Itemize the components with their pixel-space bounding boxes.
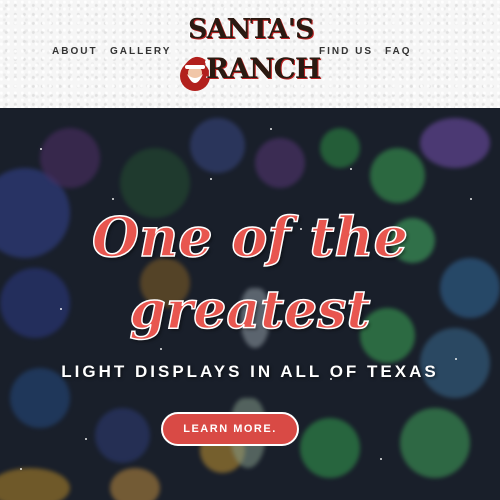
logo-line-1: SANTA'S [188,14,314,45]
hero-headline-line-1: One of the [91,204,409,270]
nav-gallery[interactable]: GALLERY [110,46,171,57]
hero-subheadline: LIGHT DISPLAYS IN ALL OF TEXAS [61,362,439,381]
nav-about[interactable]: ABOUT [52,46,98,57]
site-logo[interactable]: SANTA'S RANCH [178,12,321,94]
learn-more-button[interactable]: LEARN MORE. [161,412,299,446]
logo-line-2: RANCH [206,52,321,85]
hero-headline-line-2: greatest [129,279,371,342]
nav-faq[interactable]: FAQ [385,46,412,57]
site-header: ABOUT GALLERY SANTA'S RANCH FIND US FAQ [0,0,500,108]
nav-find-us[interactable]: FIND US [319,46,373,57]
